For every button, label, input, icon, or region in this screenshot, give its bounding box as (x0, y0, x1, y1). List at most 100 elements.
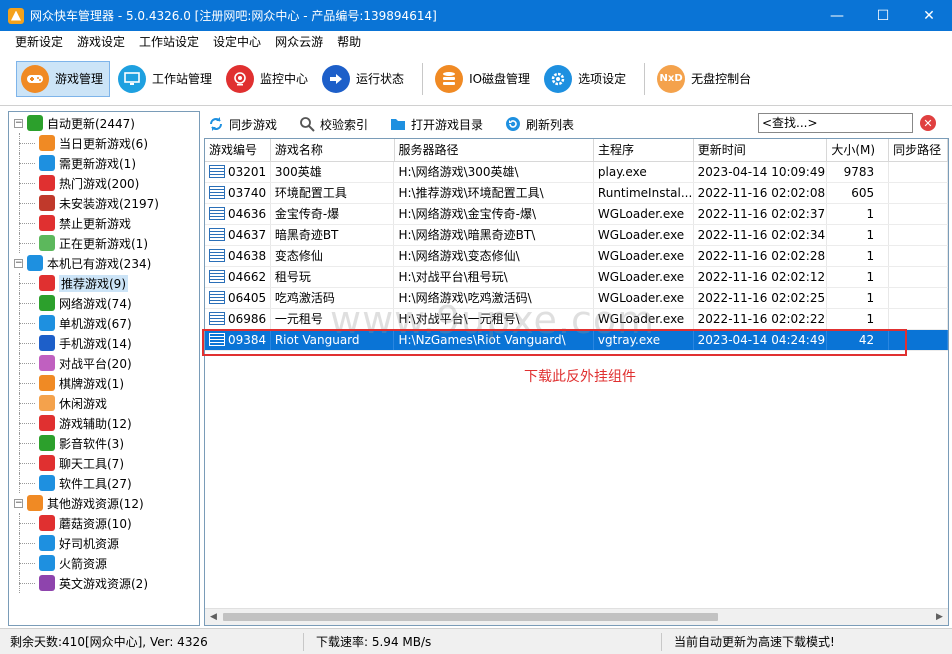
tree-item[interactable]: 手机游戏(14) (9, 333, 199, 353)
minimize-button[interactable]: — (814, 0, 860, 31)
tree-item[interactable]: 热门游戏(200) (9, 173, 199, 193)
game-grid-icon (209, 165, 225, 178)
tree-connector (9, 393, 39, 413)
menu-game-settings[interactable]: 游戏设定 (70, 33, 132, 50)
tree-item[interactable]: 棋牌游戏(1) (9, 373, 199, 393)
game-grid-icon (209, 270, 225, 283)
game-management-button[interactable]: 游戏管理 (16, 60, 111, 97)
cell-update-time: 2023-04-14 04:24:49 (694, 330, 828, 350)
tree-item[interactable]: 游戏辅助(12) (9, 413, 199, 433)
tree-item[interactable]: 软件工具(27) (9, 473, 199, 493)
package-icon (39, 195, 55, 211)
options-settings-button[interactable]: 选项设定 (540, 61, 632, 97)
tree-item[interactable]: 推荐游戏(9) (9, 273, 199, 293)
monitor-center-button[interactable]: 监控中心 (222, 61, 314, 97)
workstation-management-button[interactable]: 工作站管理 (114, 61, 218, 97)
tree-item-label: 英文游戏资源(2) (59, 576, 148, 591)
table-row[interactable]: 03201 300英雄 H:\网络游戏\300英雄\ play.exe 2023-04-… (205, 162, 948, 183)
tree-connector (9, 573, 39, 593)
table-row[interactable]: 04637 暗黑奇迹BT H:\网络游戏\暗黑奇迹BT\ WGLoader.exe 20… (205, 225, 948, 246)
cell-name: 变态修仙 (271, 246, 395, 266)
open-game-folder-label: 打开游戏目录 (411, 117, 484, 132)
cell-size: 42 (827, 330, 890, 350)
magnifier-icon (299, 116, 315, 132)
column-header-server-path[interactable]: 服务器路径 (395, 139, 594, 161)
scroll-left-icon[interactable]: ◀ (205, 609, 222, 625)
cell-size: 1 (827, 288, 890, 308)
table-header: 游戏编号 游戏名称 服务器路径 主程序 更新时间 大小(M) 同步路径 (205, 139, 948, 162)
tree-item[interactable]: 英文游戏资源(2) (9, 573, 199, 593)
tree-item[interactable]: − 其他游戏资源(12) (9, 493, 199, 513)
table-row[interactable]: 03740 环境配置工具 H:\推荐游戏\环境配置工具\ RuntimeInstal.… (205, 183, 948, 204)
horizontal-scrollbar[interactable]: ◀ ▶ (205, 608, 948, 625)
clear-search-icon[interactable]: ✕ (920, 115, 936, 131)
main-toolbar: 游戏管理 工作站管理 监控中心 运行状态 IO磁盘管理 选项设定 NxD 无盘控… (0, 52, 952, 106)
fire-icon (39, 175, 55, 191)
cell-main-exe: WGLoader.exe (594, 204, 694, 224)
cell-name: 租号玩 (271, 267, 395, 287)
io-disk-management-button[interactable]: IO磁盘管理 (431, 61, 536, 97)
column-header-sync-path[interactable]: 同步路径 (889, 139, 948, 161)
tree-item[interactable]: 好司机资源 (9, 533, 199, 553)
tree-item[interactable]: 需更新游戏(1) (9, 153, 199, 173)
diskless-console-button[interactable]: NxD 无盘控制台 (653, 61, 757, 97)
menu-cloud-games[interactable]: 网众云游 (268, 33, 330, 50)
menu-settings-center[interactable]: 设定中心 (206, 33, 268, 50)
cell-id-text: 03201 (228, 165, 267, 179)
menu-help[interactable]: 帮助 (330, 33, 368, 50)
cell-name: 环境配置工具 (271, 183, 395, 203)
gamepad-icon (21, 64, 49, 93)
refresh-list-button[interactable]: 刷新列表 (501, 116, 578, 133)
status-license: 剩余天数:410[网众中心], Ver: 4326 (0, 632, 304, 651)
tree-item[interactable]: − 本机已有游戏(234) (9, 253, 199, 273)
sync-games-button[interactable]: 同步游戏 (204, 116, 281, 133)
column-header-name[interactable]: 游戏名称 (271, 139, 395, 161)
table-row[interactable]: 04636 金宝传奇-爆 H:\网络游戏\金宝传奇-爆\ WGLoader.exe 20… (205, 204, 948, 225)
verify-index-button[interactable]: 校验索引 (295, 116, 372, 133)
column-header-id[interactable]: 游戏编号 (205, 139, 271, 161)
column-header-size[interactable]: 大小(M) (827, 139, 890, 161)
menu-update-settings[interactable]: 更新设定 (8, 33, 70, 50)
boat-icon (39, 395, 55, 411)
tree-item[interactable]: 正在更新游戏(1) (9, 233, 199, 253)
cell-sync-path (889, 288, 948, 308)
maximize-button[interactable]: ☐ (860, 0, 906, 31)
tree-item[interactable]: 影音软件(3) (9, 433, 199, 453)
tree-connector (9, 553, 39, 573)
sync-games-label: 同步游戏 (229, 117, 278, 132)
tree-item[interactable]: 网络游戏(74) (9, 293, 199, 313)
close-button[interactable]: ✕ (906, 0, 952, 31)
table-row[interactable]: 04662 租号玩 H:\对战平台\租号玩\ WGLoader.exe 2022-11-… (205, 267, 948, 288)
tree-item-label: 正在更新游戏(1) (59, 236, 148, 251)
workstation-management-label: 工作站管理 (152, 72, 213, 86)
run-status-button[interactable]: 运行状态 (318, 61, 410, 97)
cell-update-time: 2022-11-16 02:02:25 (694, 288, 828, 308)
search-input[interactable]: <查找...> (758, 113, 913, 133)
table-row[interactable]: 04638 变态修仙 H:\网络游戏\变态修仙\ WGLoader.exe 2022-1… (205, 246, 948, 267)
tree-item[interactable]: 火箭资源 (9, 553, 199, 573)
tree-item[interactable]: 对战平台(20) (9, 353, 199, 373)
column-header-main-exe[interactable]: 主程序 (594, 139, 694, 161)
tree-item[interactable]: 当日更新游戏(6) (9, 133, 199, 153)
open-game-folder-button[interactable]: 打开游戏目录 (386, 116, 487, 133)
tree-item[interactable]: 休闲游戏 (9, 393, 199, 413)
tree-expander-icon[interactable]: − (14, 118, 23, 128)
tree-item[interactable]: 聊天工具(7) (9, 453, 199, 473)
tree-connector (9, 353, 39, 373)
status-download-speed: 下载速率: 5.94 MB/s (304, 632, 662, 651)
menu-workstation-settings[interactable]: 工作站设定 (132, 33, 206, 50)
tree-item[interactable]: 禁止更新游戏 (9, 213, 199, 233)
content-toolbar: 同步游戏 校验索引 打开游戏目录 刷新列表 <查找...> ✕ (204, 111, 949, 137)
tree-item[interactable]: 蘑菇资源(10) (9, 513, 199, 533)
tree-item[interactable]: 未安装游戏(2197) (9, 193, 199, 213)
scroll-right-icon[interactable]: ▶ (931, 609, 948, 625)
tree-expander-icon[interactable]: − (14, 258, 23, 268)
tree-item-label: 休闲游戏 (59, 396, 108, 411)
annotation-text: 下载此反外挂组件 (524, 369, 636, 385)
column-header-update-time[interactable]: 更新时间 (694, 139, 828, 161)
scrollbar-thumb[interactable] (223, 613, 718, 621)
tree-item[interactable]: 单机游戏(67) (9, 313, 199, 333)
tree-expander-icon[interactable]: − (14, 498, 23, 508)
tree-item[interactable]: − 自动更新(2447) (9, 113, 199, 133)
cell-sync-path (889, 162, 948, 182)
